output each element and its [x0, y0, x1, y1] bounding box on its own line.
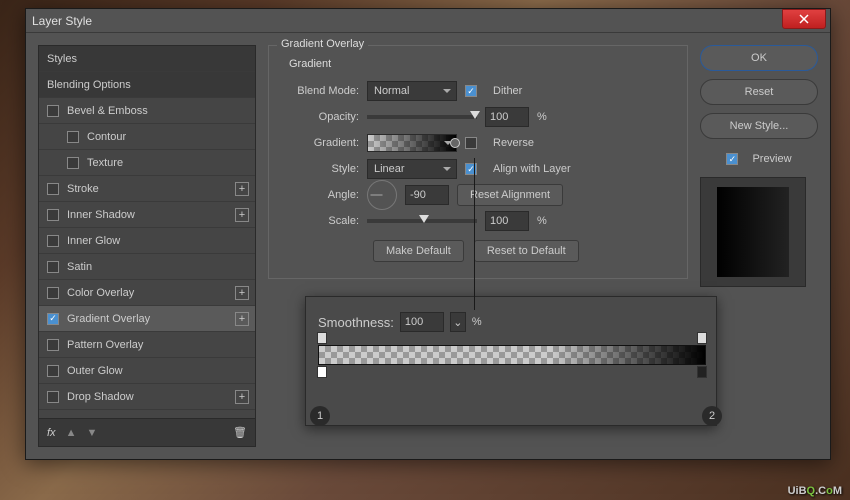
watermark: UiBQ.CoM: [788, 474, 842, 500]
add-icon[interactable]: +: [235, 286, 249, 300]
sidebar-item-texture[interactable]: Texture: [39, 150, 255, 176]
checkbox-satin[interactable]: [47, 261, 59, 273]
gradient-label: Gradient:: [281, 137, 359, 149]
checkbox-gradient-overlay[interactable]: [47, 313, 59, 325]
style-dropdown[interactable]: Linear: [367, 159, 457, 179]
angle-input[interactable]: -90: [405, 185, 449, 205]
callout-line: [474, 158, 475, 310]
reset-default-button[interactable]: Reset to Default: [474, 240, 579, 262]
align-label: Align with Layer: [493, 163, 571, 175]
opacity-label: Opacity:: [281, 111, 359, 123]
right-panel: OK Reset New Style... Preview: [700, 45, 818, 447]
badge-1: 1: [310, 406, 330, 426]
align-checkbox[interactable]: [465, 163, 477, 175]
styles-sidebar: Styles Blending Options Bevel & Emboss C…: [38, 45, 256, 447]
dither-checkbox[interactable]: [465, 85, 477, 97]
gradient-overlay-group: Gradient Overlay Gradient Blend Mode: No…: [268, 45, 688, 279]
color-stop-right[interactable]: [697, 366, 707, 378]
preview-label: Preview: [752, 153, 791, 165]
checkbox-inner-shadow[interactable]: [47, 209, 59, 221]
angle-label: Angle:: [281, 189, 359, 201]
blend-mode-label: Blend Mode:: [281, 85, 359, 97]
angle-dial[interactable]: [367, 180, 397, 210]
color-stop-left[interactable]: [317, 366, 327, 378]
sidebar-item-satin[interactable]: Satin: [39, 254, 255, 280]
sidebar-item-drop-shadow[interactable]: Drop Shadow+: [39, 384, 255, 410]
sidebar-item-color-overlay[interactable]: Color Overlay+: [39, 280, 255, 306]
scale-slider[interactable]: [367, 219, 477, 223]
gradient-handle-icon[interactable]: [450, 138, 460, 148]
reset-button[interactable]: Reset: [700, 79, 818, 105]
annotation-badges: 1 2: [310, 406, 722, 426]
gradient-bar[interactable]: [318, 345, 706, 365]
checkbox-texture[interactable]: [67, 157, 79, 169]
add-icon[interactable]: +: [235, 208, 249, 222]
smoothness-dropdown-icon[interactable]: ⌄: [450, 312, 466, 332]
sidebar-item-outer-glow[interactable]: Outer Glow: [39, 358, 255, 384]
dither-label: Dither: [493, 85, 522, 97]
sidebar-footer: fx ▲ ▼ 🗑: [39, 418, 255, 446]
scale-label: Scale:: [281, 215, 359, 227]
add-icon[interactable]: +: [235, 182, 249, 196]
opacity-slider[interactable]: [367, 115, 477, 119]
preview-checkbox[interactable]: [726, 153, 738, 165]
reverse-label: Reverse: [493, 137, 534, 149]
checkbox-pattern-overlay[interactable]: [47, 339, 59, 351]
opacity-stop-right[interactable]: [697, 332, 707, 344]
opacity-unit: %: [537, 111, 547, 123]
scale-unit: %: [537, 215, 547, 227]
sidebar-item-stroke[interactable]: Stroke+: [39, 176, 255, 202]
add-icon[interactable]: +: [235, 312, 249, 326]
sidebar-item-gradient-overlay[interactable]: Gradient Overlay+: [39, 306, 255, 332]
sidebar-header-styles[interactable]: Styles: [39, 46, 255, 72]
checkbox-contour[interactable]: [67, 131, 79, 143]
blend-mode-dropdown[interactable]: Normal: [367, 81, 457, 101]
sidebar-item-inner-glow[interactable]: Inner Glow: [39, 228, 255, 254]
smoothness-input[interactable]: 100: [400, 312, 444, 332]
smoothness-unit: %: [472, 316, 482, 328]
opacity-input[interactable]: 100: [485, 107, 529, 127]
add-icon[interactable]: +: [235, 390, 249, 404]
ok-button[interactable]: OK: [700, 45, 818, 71]
reverse-checkbox[interactable]: [465, 137, 477, 149]
sidebar-blending-options[interactable]: Blending Options: [39, 72, 255, 98]
checkbox-bevel[interactable]: [47, 105, 59, 117]
checkbox-color-overlay[interactable]: [47, 287, 59, 299]
smoothness-label: Smoothness:: [318, 315, 394, 330]
close-button[interactable]: [782, 9, 826, 29]
fx-label[interactable]: fx: [47, 427, 56, 439]
sidebar-item-bevel-emboss[interactable]: Bevel & Emboss: [39, 98, 255, 124]
sidebar-item-inner-shadow[interactable]: Inner Shadow+: [39, 202, 255, 228]
checkbox-stroke[interactable]: [47, 183, 59, 195]
style-label: Style:: [281, 163, 359, 175]
opacity-stop-left[interactable]: [317, 332, 327, 344]
sub-label: Gradient: [289, 58, 675, 70]
arrow-up-icon[interactable]: ▲: [66, 427, 77, 439]
badge-2: 2: [702, 406, 722, 426]
gradient-picker[interactable]: [367, 134, 457, 152]
titlebar[interactable]: Layer Style: [26, 9, 830, 33]
scale-input[interactable]: 100: [485, 211, 529, 231]
checkbox-drop-shadow[interactable]: [47, 391, 59, 403]
sidebar-item-pattern-overlay[interactable]: Pattern Overlay: [39, 332, 255, 358]
preview-swatch: [700, 177, 806, 287]
new-style-button[interactable]: New Style...: [700, 113, 818, 139]
arrow-down-icon[interactable]: ▼: [86, 427, 97, 439]
dialog-title: Layer Style: [32, 14, 92, 28]
checkbox-outer-glow[interactable]: [47, 365, 59, 377]
reset-alignment-button[interactable]: Reset Alignment: [457, 184, 563, 206]
sidebar-item-contour[interactable]: Contour: [39, 124, 255, 150]
make-default-button[interactable]: Make Default: [373, 240, 464, 262]
trash-icon[interactable]: 🗑: [233, 426, 247, 439]
checkbox-inner-glow[interactable]: [47, 235, 59, 247]
group-label: Gradient Overlay: [277, 38, 368, 50]
